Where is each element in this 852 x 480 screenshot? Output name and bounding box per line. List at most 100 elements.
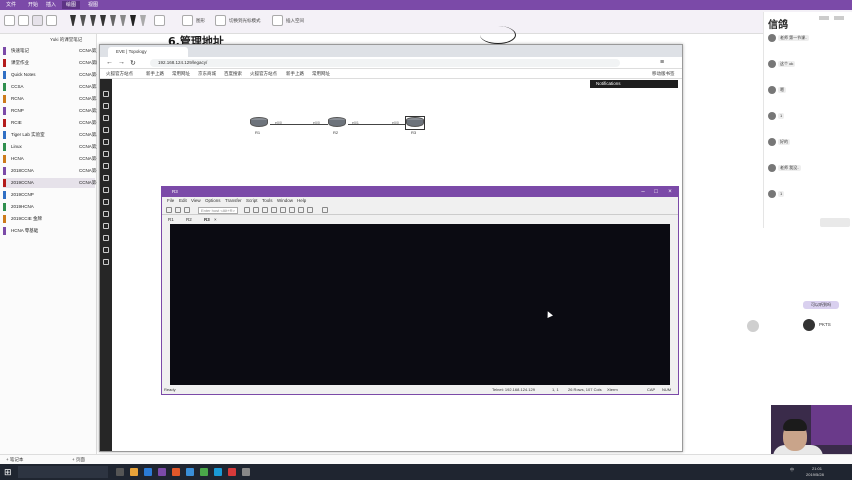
- tab-view[interactable]: 视图: [84, 1, 102, 9]
- pen-select-icon[interactable]: [32, 15, 43, 26]
- terminal-screen[interactable]: [170, 224, 670, 385]
- router-r1-icon[interactable]: [250, 117, 268, 129]
- print-icon[interactable]: [271, 207, 277, 213]
- add-node-icon[interactable]: [103, 91, 109, 97]
- session-tab-r2[interactable]: R2: [186, 216, 192, 224]
- close-icon[interactable]: ×: [664, 187, 676, 197]
- notifications-bar[interactable]: Notifications: [590, 80, 678, 88]
- notebook-item[interactable]: CCSA CCNA第三..: [3, 82, 97, 92]
- insert-space-icon[interactable]: [272, 15, 283, 26]
- reconnect-icon[interactable]: [184, 207, 190, 213]
- app-icon[interactable]: [242, 468, 250, 476]
- chat-input[interactable]: [820, 218, 850, 227]
- notebook-item[interactable]: Quick Notes CCNA第一..: [3, 70, 97, 80]
- lasso-tool-icon[interactable]: [18, 15, 29, 26]
- task-view-icon[interactable]: [116, 468, 124, 476]
- export-icon[interactable]: [103, 259, 109, 265]
- bookmark-1[interactable]: 火狐官方站点: [106, 70, 133, 78]
- notebook-item[interactable]: 课堂作业 CCNA第四..: [3, 58, 97, 68]
- notebook-item[interactable]: RCIE CCNA第七..: [3, 118, 97, 128]
- router-r2-icon[interactable]: [328, 117, 346, 129]
- about-icon[interactable]: [322, 207, 328, 213]
- bookmark-8[interactable]: 常用网址: [312, 70, 330, 78]
- notebook-item[interactable]: HCNA CCNA第十..: [3, 154, 97, 164]
- select-tool-icon[interactable]: [4, 15, 15, 26]
- marker-light-icon[interactable]: [140, 15, 146, 26]
- chat-avatar[interactable]: [768, 60, 776, 68]
- address-bar[interactable]: 192.168.124.129/legacy/: [150, 59, 620, 67]
- chat-avatar[interactable]: [768, 112, 776, 120]
- securecrt-icon[interactable]: [186, 468, 194, 476]
- bookmark-7[interactable]: 新手上路: [286, 70, 304, 78]
- text-icon[interactable]: [103, 151, 109, 157]
- firefox-icon[interactable]: [172, 468, 180, 476]
- host-input[interactable]: Enter host <Alt+R>: [198, 207, 238, 214]
- menu-tools[interactable]: Tools: [262, 197, 273, 205]
- chat-minimize-icon[interactable]: [819, 16, 829, 20]
- bookmark-4[interactable]: 京东商城: [198, 70, 216, 78]
- lab-details-icon[interactable]: [103, 199, 109, 205]
- cursor-mode-icon[interactable]: [215, 15, 226, 26]
- menu-help[interactable]: Help: [297, 197, 306, 205]
- pen-gray-icon[interactable]: [80, 15, 86, 26]
- menu-icon[interactable]: ≡: [660, 59, 664, 66]
- taskbar-search[interactable]: [18, 466, 108, 478]
- menu-script[interactable]: Script: [246, 197, 258, 205]
- session-tab-r1[interactable]: R1: [168, 216, 174, 224]
- pen-dark-icon[interactable]: [90, 15, 96, 26]
- highlighter-light-icon[interactable]: [120, 15, 126, 26]
- explorer-icon[interactable]: [130, 468, 138, 476]
- notebook-item[interactable]: 2019CCNA CCNA第十..: [3, 178, 97, 188]
- highlighter-icon[interactable]: [110, 15, 116, 26]
- bookmark-6[interactable]: 火狐官方站点: [250, 70, 277, 78]
- nodes-icon[interactable]: [103, 103, 109, 109]
- router-r3-icon[interactable]: [405, 116, 425, 130]
- sftp-icon[interactable]: [280, 207, 286, 213]
- notebook-item[interactable]: 快速笔记 CCNA第五..: [3, 46, 97, 56]
- edge-icon[interactable]: [144, 468, 152, 476]
- notebook-item[interactable]: Tiger Lab 实验室 CCNA第八..: [3, 130, 97, 140]
- tab-draw[interactable]: 绘图: [62, 1, 81, 9]
- startup-config-icon[interactable]: [103, 127, 109, 133]
- clock-time[interactable]: 21:01: [812, 466, 822, 471]
- reload-icon[interactable]: ↻: [130, 59, 136, 67]
- add-pen-icon[interactable]: [154, 15, 165, 26]
- bookmark-5[interactable]: 百度搜索: [224, 70, 242, 78]
- chat-avatar[interactable]: [768, 164, 776, 172]
- pen-icon[interactable]: [100, 15, 106, 26]
- qq-icon[interactable]: [214, 468, 222, 476]
- chat-avatar[interactable]: [768, 138, 776, 146]
- app-icon[interactable]: [228, 468, 236, 476]
- eraser-icon[interactable]: [46, 15, 57, 26]
- quick-connect-icon[interactable]: [175, 207, 181, 213]
- chat-avatar[interactable]: [768, 86, 776, 94]
- zoom-icon[interactable]: [103, 175, 109, 181]
- chat-avatar[interactable]: [768, 34, 776, 42]
- notebook-item[interactable]: Linux CCNA第九..: [3, 142, 97, 152]
- menu-view[interactable]: View: [191, 197, 201, 205]
- menu-window[interactable]: Window: [277, 197, 293, 205]
- notebook-item[interactable]: HCNA 零基础: [3, 226, 95, 236]
- tab-insert[interactable]: 插入: [42, 1, 60, 9]
- floating-user[interactable]: PKTS: [803, 317, 845, 333]
- lock-icon[interactable]: [103, 211, 109, 217]
- help-icon[interactable]: [307, 207, 313, 213]
- terminal-titlebar[interactable]: R3: [162, 187, 678, 197]
- onenote-icon[interactable]: [158, 468, 166, 476]
- status-icon[interactable]: [103, 187, 109, 193]
- shapes-icon[interactable]: [182, 15, 193, 26]
- close-tab-icon[interactable]: ×: [214, 216, 217, 224]
- connect-icon[interactable]: [166, 207, 172, 213]
- clock-date[interactable]: 2019/5/28: [806, 472, 824, 477]
- tab-home[interactable]: 开始: [24, 1, 42, 9]
- bookmark-2[interactable]: 新手上路: [146, 70, 164, 78]
- close-lab-icon[interactable]: [103, 223, 109, 229]
- start-icon[interactable]: ⊞: [4, 467, 12, 477]
- picture-icon[interactable]: [103, 139, 109, 145]
- notebook-item[interactable]: 2019CCIE 金牌: [3, 214, 95, 224]
- menu-edit[interactable]: Edit: [179, 197, 187, 205]
- refresh-icon[interactable]: [103, 163, 109, 169]
- menu-file[interactable]: File: [167, 197, 174, 205]
- menu-transfer[interactable]: Transfer: [225, 197, 242, 205]
- bookmark-3[interactable]: 常用网址: [172, 70, 190, 78]
